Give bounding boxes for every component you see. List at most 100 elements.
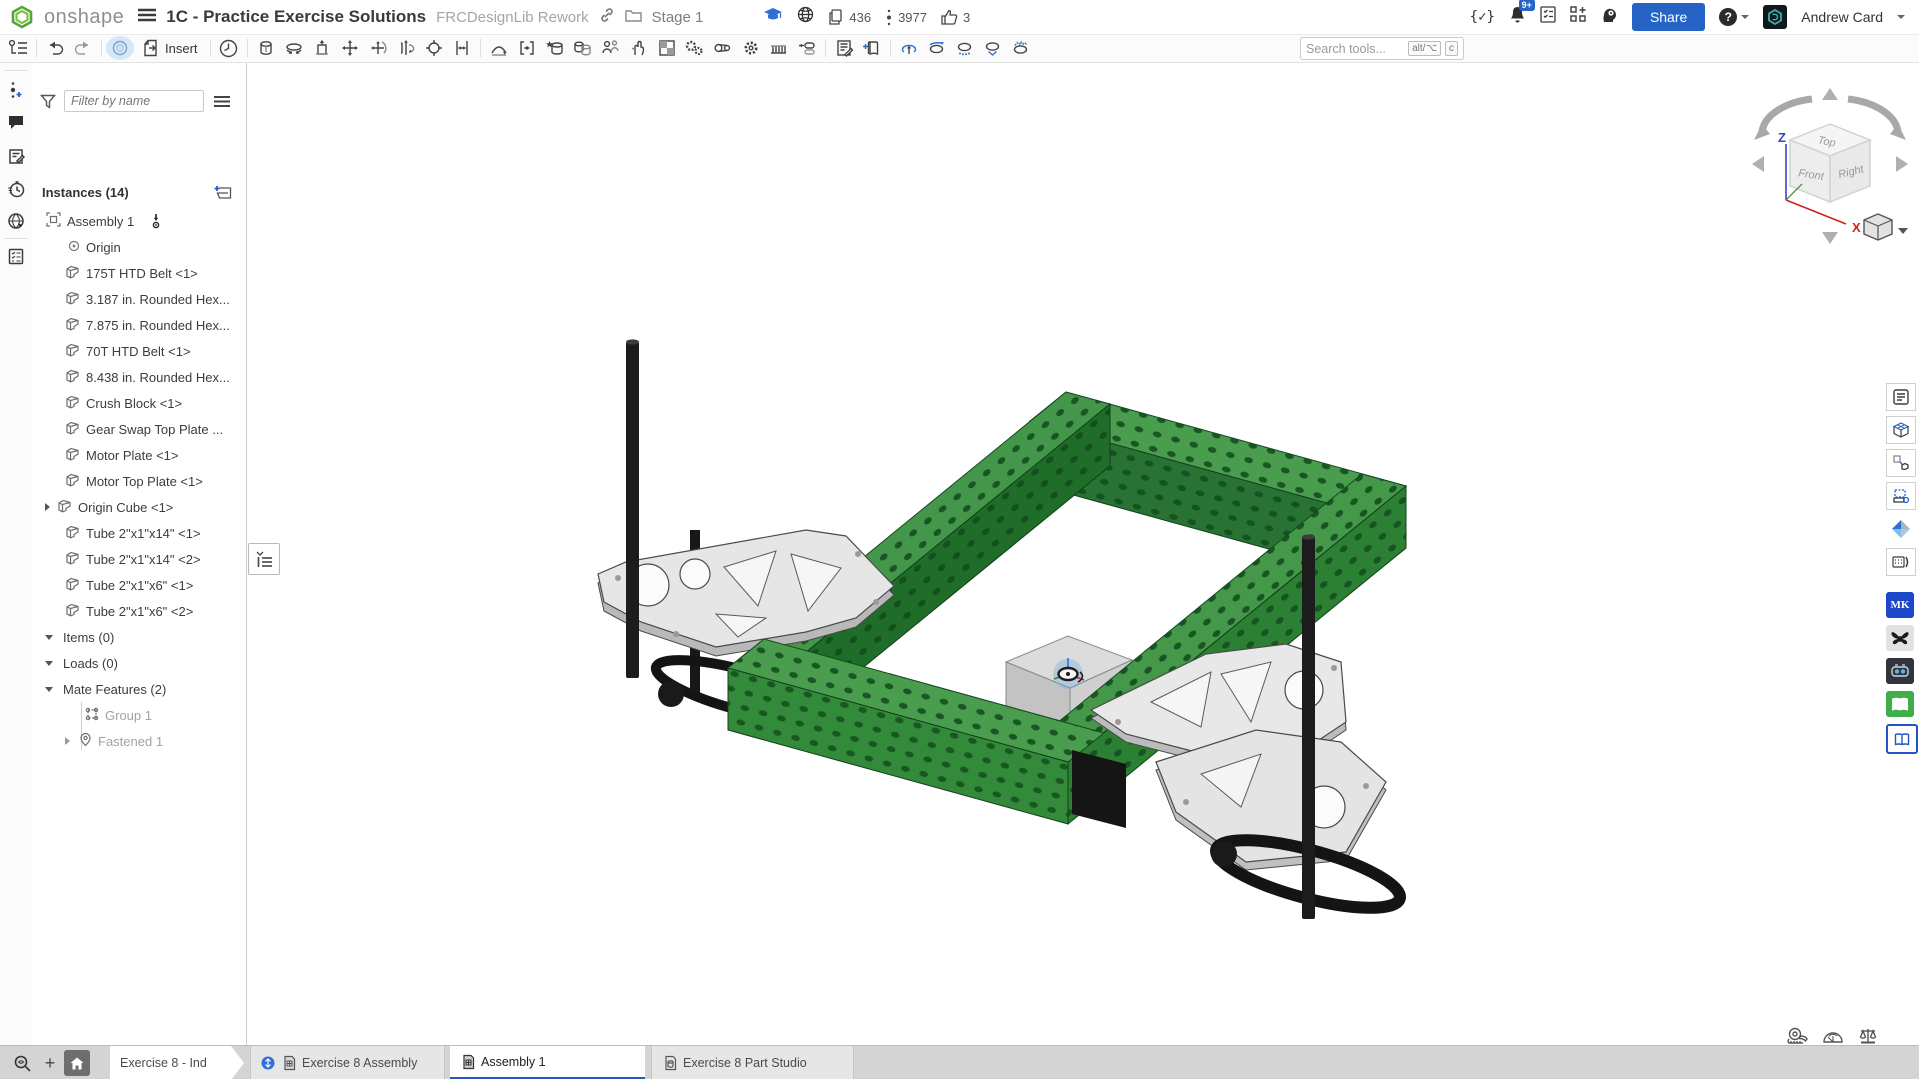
pulley-left[interactable] (658, 681, 684, 707)
tree-item-part[interactable]: Crush Block <1> (32, 390, 279, 416)
drag-snap-icon[interactable] (625, 36, 653, 60)
cube-grid-panel-icon[interactable] (1886, 416, 1916, 444)
mk-app-icon[interactable]: MK (1886, 592, 1914, 618)
hex-shaft-right[interactable] (1302, 534, 1315, 919)
hamburger-icon[interactable] (138, 8, 156, 27)
notifications-bell[interactable]: 9+ (1509, 6, 1526, 29)
screw-relation-icon[interactable] (793, 36, 821, 60)
undo-icon[interactable] (41, 36, 69, 60)
filter-icon[interactable] (40, 94, 56, 109)
add-tab-button[interactable]: + (40, 1053, 60, 1073)
hex-shaft-left-tall[interactable] (626, 339, 639, 678)
user-caret-icon[interactable] (1897, 15, 1905, 19)
tree-item-part[interactable]: Motor Plate <1> (32, 442, 279, 468)
tab-assembly-1[interactable]: Assembly 1 (450, 1046, 645, 1079)
collapse-caret-icon[interactable] (45, 635, 53, 640)
tab-document-crumb[interactable]: Exercise 8 - Ind (110, 1046, 244, 1079)
expand-chevron-icon[interactable] (65, 737, 70, 745)
globe-icon[interactable] (797, 6, 814, 28)
tree-item-assembly[interactable]: Assembly 1 (32, 208, 260, 234)
list-options-icon[interactable] (214, 95, 230, 108)
scale-icon[interactable] (1858, 1027, 1878, 1045)
isometric-view-button[interactable] (1864, 214, 1908, 240)
exploded-view-icon[interactable] (895, 36, 923, 60)
likes-stat[interactable]: 3 (941, 9, 970, 25)
collapse-caret-icon[interactable] (45, 687, 53, 692)
section-loads[interactable]: Loads (0) (32, 650, 259, 676)
revolute-mate-icon[interactable] (280, 36, 308, 60)
copies-stat[interactable]: 436 (828, 9, 871, 25)
gear-pair-icon[interactable] (681, 36, 709, 60)
onshape-logo[interactable] (10, 5, 34, 29)
protractor-icon[interactable] (1822, 1027, 1844, 1045)
user-avatar[interactable] (1763, 5, 1787, 29)
publication-icon[interactable] (6, 211, 26, 231)
collapse-caret-icon[interactable] (45, 661, 53, 666)
orientation-cube[interactable]: Top Front Right (1790, 124, 1870, 202)
display-states-icon[interactable] (951, 36, 979, 60)
green-book-app-icon[interactable] (1886, 691, 1914, 717)
history-clock-icon[interactable] (6, 179, 26, 199)
apps-grid-icon[interactable] (1570, 6, 1587, 28)
section-mate-features[interactable]: Mate Features (2) (32, 676, 259, 702)
butterfly-app-icon[interactable] (1886, 625, 1914, 651)
named-positions-icon[interactable] (597, 36, 625, 60)
clock-icon[interactable] (215, 36, 243, 60)
blue-book-app-icon[interactable] (1886, 724, 1918, 754)
tree-item-part[interactable]: Tube 2"x1"x6" <1> (32, 572, 279, 598)
section-view-icon[interactable] (923, 36, 951, 60)
tree-item-part[interactable]: Tube 2"x1"x14" <2> (32, 546, 279, 572)
search-tools-box[interactable]: Search tools... alt/⌥ c (1300, 37, 1464, 60)
structure-tree-icon[interactable] (4, 36, 32, 60)
tape-measure-icon[interactable] (1786, 1027, 1808, 1045)
tree-item-part[interactable]: 8.438 in. Rounded Hex... (32, 364, 279, 390)
new-folder-icon[interactable] (214, 185, 232, 199)
tree-item-part[interactable]: Tube 2"x1"x6" <2> (32, 598, 279, 624)
parallel-mate-icon[interactable] (448, 36, 476, 60)
pin-slot-mate-icon[interactable] (420, 36, 448, 60)
mate-feature-group[interactable]: Group 1 (32, 702, 299, 728)
pattern-icon[interactable] (653, 36, 681, 60)
slider-mate-icon[interactable] (308, 36, 336, 60)
tree-item-part[interactable]: Motor Top Plate <1> (32, 468, 279, 494)
rack-pinion-icon[interactable] (765, 36, 793, 60)
fastened-mate-icon[interactable] (252, 36, 280, 60)
document-panel-icon[interactable] (1886, 383, 1916, 411)
tab-exercise8-part-studio[interactable]: Exercise 8 Part Studio (651, 1046, 854, 1079)
group-parts-icon[interactable] (541, 36, 569, 60)
tangent-mate-icon[interactable] (485, 36, 513, 60)
create-drawing-icon[interactable] (830, 36, 858, 60)
user-name[interactable]: Andrew Card (1801, 9, 1883, 25)
replicate-icon[interactable] (569, 36, 597, 60)
workspace-location[interactable]: Stage 1 (652, 9, 704, 26)
keyboard-app-icon[interactable] (1886, 548, 1916, 576)
publish-icon[interactable] (858, 36, 886, 60)
history-stat[interactable]: 3977 (885, 9, 927, 26)
robot-app-icon[interactable] (1886, 658, 1914, 684)
graduation-cap-icon[interactable] (763, 7, 783, 28)
sketch-region-panel-icon[interactable] (1886, 482, 1916, 510)
edit-doc-icon[interactable] (6, 146, 26, 166)
tree-item-origin[interactable]: Origin (32, 234, 282, 260)
tree-item-part[interactable]: 70T HTD Belt <1> (32, 338, 279, 364)
ball-mate-icon[interactable] (364, 36, 392, 60)
tree-item-part[interactable]: 3.187 in. Rounded Hex... (32, 286, 279, 312)
mate-feature-fastened[interactable]: Fastened 1 (32, 728, 279, 754)
diamond-app-icon[interactable] (1886, 515, 1916, 543)
redo-icon[interactable] (69, 36, 97, 60)
tasks-icon[interactable] (1540, 6, 1556, 28)
tree-item-origin-cube[interactable]: Origin Cube <1> (32, 494, 259, 520)
expand-chevron-icon[interactable] (45, 503, 50, 511)
sync-icon[interactable] (106, 36, 134, 60)
planar-mate-icon[interactable] (336, 36, 364, 60)
gear-relation-icon[interactable] (737, 36, 765, 60)
pulley-right[interactable] (1211, 841, 1237, 867)
render-icon[interactable] (1007, 36, 1035, 60)
link-icon[interactable] (599, 7, 615, 28)
assembly-3d-model[interactable] (246, 62, 1919, 1045)
versions-icon[interactable] (6, 80, 26, 100)
share-button[interactable]: Share (1632, 3, 1705, 31)
view-cube[interactable]: Top Front Right Z X (1726, 72, 1919, 254)
feedback-head-icon[interactable] (1601, 6, 1618, 28)
derived-part-panel-icon[interactable] (1886, 449, 1916, 477)
